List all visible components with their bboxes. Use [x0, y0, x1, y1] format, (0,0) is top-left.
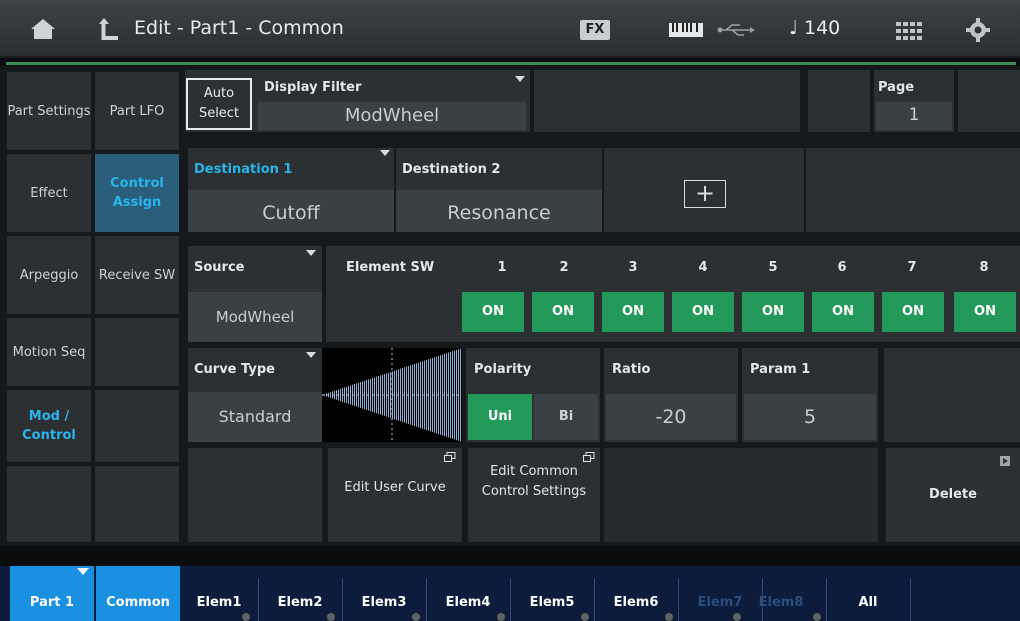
sidebar-empty-4 — [95, 466, 179, 542]
destination-1-value: Cutoff — [262, 202, 320, 224]
source-value: ModWheel — [215, 308, 295, 326]
edit-common-control-label: Edit Common Control Settings — [481, 464, 587, 499]
common-tab-label: Common — [106, 595, 170, 610]
param1-value: 5 — [803, 406, 817, 428]
delete-label: Delete — [929, 487, 977, 502]
sidebar-item-mod-control[interactable]: Mod / Control — [7, 390, 91, 462]
gear-icon[interactable] — [966, 18, 990, 42]
destination-2-value: Resonance — [447, 202, 551, 224]
popup-window-icon — [444, 452, 456, 462]
filter-empty-small — [808, 70, 870, 132]
elem6-indicator — [664, 612, 674, 621]
element-6-switch[interactable]: ON — [812, 292, 874, 332]
edit-user-curve-label: Edit User Curve — [344, 480, 446, 495]
sidebar-empty-1 — [95, 318, 179, 386]
element-4-switch[interactable]: ON — [672, 292, 734, 332]
page-label: Page — [878, 80, 915, 95]
destination-empty-panel — [806, 148, 1020, 232]
sidebar-empty-3 — [7, 466, 91, 542]
element-7-switch[interactable]: ON — [882, 292, 944, 332]
action-empty-left — [188, 448, 322, 542]
display-filter-value: ModWheel — [344, 105, 440, 126]
add-destination-button[interactable]: + — [684, 180, 726, 208]
sidebar-item-arpeggio[interactable]: Arpeggio — [7, 236, 91, 314]
polarity-uni-button[interactable]: Uni — [468, 394, 532, 440]
chevron-down-icon — [515, 76, 525, 82]
play-arrow-icon — [1000, 456, 1010, 466]
chevron-down-icon — [77, 568, 89, 575]
element-1-number: 1 — [497, 260, 507, 275]
element-5-number: 5 — [768, 260, 778, 275]
element-8-number: 8 — [979, 260, 989, 275]
sidebar-item-receive-sw[interactable]: Receive SW — [95, 236, 179, 314]
element-1-switch[interactable]: ON — [462, 292, 524, 332]
elem4-indicator — [496, 612, 506, 621]
element-3-switch[interactable]: ON — [602, 292, 664, 332]
fx-badge: FX — [580, 20, 610, 40]
element-8-switch[interactable]: ON — [954, 292, 1016, 332]
curve-graph-svg — [322, 348, 462, 442]
elem1-indicator — [241, 612, 251, 621]
curve-empty-panel — [884, 348, 1020, 442]
element-3-number: 3 — [628, 260, 638, 275]
sidebar-item-part-settings[interactable]: Part Settings — [7, 72, 91, 150]
top-bar: Edit - Part1 - Common FX ♩ 140 — [0, 0, 1020, 58]
elem3-indicator — [411, 612, 421, 621]
page-value: 1 — [908, 105, 920, 125]
home-icon[interactable] — [30, 18, 56, 40]
element-2-switch[interactable]: ON — [532, 292, 594, 332]
chevron-down-icon — [306, 352, 316, 358]
destination-2-label: Destination 2 — [402, 162, 501, 177]
element-sw-label: Element SW — [346, 260, 435, 275]
curve-type-label: Curve Type — [194, 362, 275, 377]
usb-icon — [717, 24, 755, 36]
tab-elem8[interactable]: Elem8 — [740, 578, 822, 621]
curve-graph — [322, 348, 462, 442]
param1-label: Param 1 — [750, 362, 811, 377]
destination-1-label: Destination 1 — [194, 162, 293, 177]
filter-empty-right — [958, 70, 1020, 132]
display-filter-label: Display Filter — [264, 80, 362, 95]
element-7-number: 7 — [907, 260, 917, 275]
sidebar-item-effect[interactable]: Effect — [7, 154, 91, 232]
filter-empty-panel — [534, 70, 800, 132]
elem5-indicator — [580, 612, 590, 621]
chevron-down-icon — [306, 250, 316, 256]
sidebar-empty-2 — [95, 390, 179, 462]
elem8-indicator — [812, 612, 822, 621]
element-4-number: 4 — [698, 260, 708, 275]
ratio-label: Ratio — [612, 362, 651, 377]
popup-window-icon — [583, 452, 595, 462]
ratio-value: -20 — [655, 406, 687, 428]
element-5-switch[interactable]: ON — [742, 292, 804, 332]
tab-divider — [910, 578, 911, 621]
part-tab-label: Part 1 — [29, 595, 75, 610]
chevron-down-icon — [380, 150, 390, 156]
element-2-number: 2 — [559, 260, 569, 275]
grid-menu-icon[interactable] — [896, 22, 922, 40]
element-6-number: 6 — [837, 260, 847, 275]
sidebar-item-motion-seq[interactable]: Motion Seq — [7, 318, 91, 386]
polarity-bi-button[interactable]: Bi — [534, 394, 598, 440]
sidebar-item-control-assign[interactable]: Control Assign — [95, 154, 179, 232]
elem2-indicator — [326, 612, 336, 621]
page-title: Edit - Part1 - Common — [134, 17, 344, 39]
tempo-readout[interactable]: ♩ 140 — [789, 17, 840, 39]
action-empty-middle — [604, 448, 878, 542]
back-arrow-icon[interactable] — [98, 17, 120, 41]
auto-select-button[interactable]: Auto Select — [186, 78, 252, 130]
keyboard-icon — [669, 23, 703, 37]
header-divider — [6, 62, 1016, 65]
polarity-label: Polarity — [474, 362, 532, 377]
curve-type-value: Standard — [218, 407, 292, 426]
tab-all[interactable]: All — [827, 578, 909, 621]
sidebar-item-part-lfo[interactable]: Part LFO — [95, 72, 179, 150]
source-label: Source — [194, 260, 245, 275]
